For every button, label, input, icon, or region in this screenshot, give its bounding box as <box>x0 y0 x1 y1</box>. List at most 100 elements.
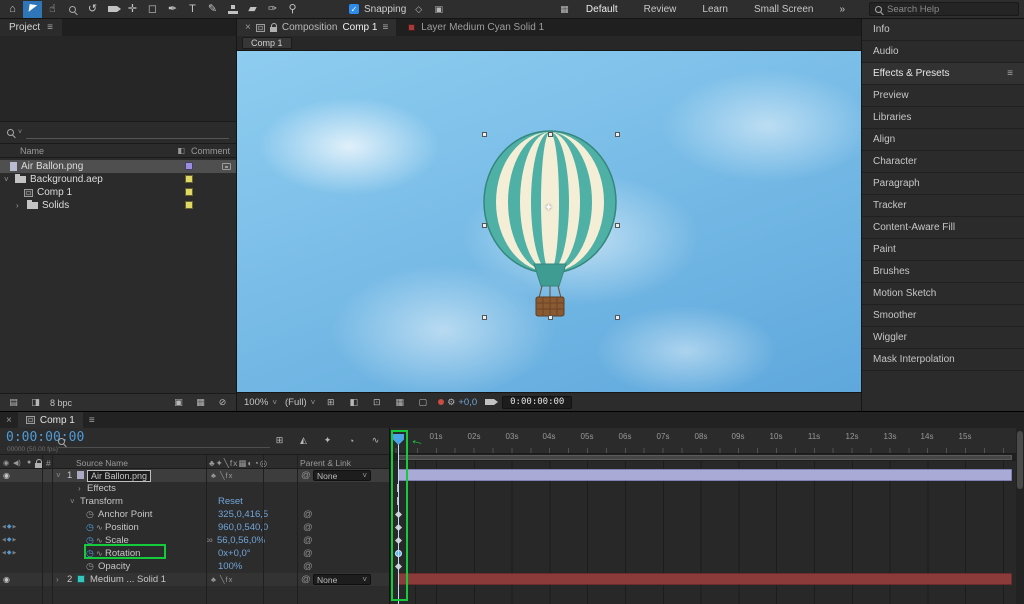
lock-column-icon[interactable] <box>35 459 42 468</box>
pickwhip-icon[interactable]: @ <box>303 535 313 546</box>
solo-column-icon[interactable]: ● <box>27 459 31 466</box>
delete-button[interactable]: ⊘ <box>215 395 230 410</box>
twirl-closed-icon[interactable]: › <box>16 201 23 210</box>
balloon-layer-graphic[interactable] <box>482 128 619 318</box>
snap-features-button[interactable]: ◇ <box>411 2 426 17</box>
panel-menu-icon[interactable]: ≡ <box>89 415 95 426</box>
camera-tool-button[interactable] <box>103 1 122 18</box>
panel-character[interactable]: Character <box>862 151 1024 173</box>
stopwatch-icon[interactable]: ◷ <box>86 509 94 520</box>
keyframe-navigator[interactable]: ◀ ◆ ▶ <box>2 522 16 533</box>
anchor-point-row[interactable]: ◷ Anchor Point 325,0,416,5 @ <box>0 508 389 521</box>
workspace-small-screen[interactable]: Small Screen <box>741 4 826 15</box>
previous-keyframe-icon[interactable]: ◀ <box>2 548 6 559</box>
eye-icon[interactable]: ◉ <box>3 574 10 585</box>
timeline-tab-comp1[interactable]: Comp 1 <box>17 412 83 428</box>
selection-handle[interactable] <box>482 132 487 137</box>
project-item-air-ballon[interactable]: Air Ballon.png <box>0 160 236 173</box>
position-label[interactable]: Position <box>105 522 139 533</box>
panel-menu-icon[interactable]: ≡ <box>47 22 53 33</box>
composition-tab[interactable]: × Composition Comp 1 ≡ <box>237 19 397 36</box>
pickwhip-icon[interactable]: @ <box>303 548 313 559</box>
snapshot-camera-icon[interactable] <box>485 399 499 405</box>
brush-tool-button[interactable]: ✎ <box>203 1 222 18</box>
pan-behind-tool-button[interactable]: ✛ <box>123 1 142 18</box>
selection-handle[interactable] <box>615 132 620 137</box>
transform-group-label[interactable]: Transform <box>80 496 123 507</box>
workspace-review[interactable]: Review <box>631 4 690 15</box>
panel-tracker[interactable]: Tracker <box>862 195 1024 217</box>
project-columns-header[interactable]: Name ◧ Comment <box>0 144 236 158</box>
panel-paragraph[interactable]: Paragraph <box>862 173 1024 195</box>
next-keyframe-icon[interactable]: ▶ <box>12 548 16 559</box>
channels-button[interactable]: ◧ <box>346 395 361 410</box>
grid-guides-button[interactable]: ⊞ <box>323 395 338 410</box>
pickwhip-icon[interactable]: @ <box>303 509 313 520</box>
work-area-bar[interactable] <box>398 455 1012 460</box>
next-keyframe-icon[interactable]: ▶ <box>12 535 16 546</box>
project-item-background-aep[interactable]: ˅ Background.aep <box>0 173 236 186</box>
stopwatch-icon[interactable]: ◷ <box>86 561 94 572</box>
hide-shy-button[interactable]: ✦ <box>320 433 335 448</box>
stopwatch-icon[interactable]: ◷ <box>86 535 94 546</box>
label-chip[interactable] <box>185 162 193 170</box>
twirl-open-icon[interactable]: ˅ <box>56 470 61 481</box>
rotation-label[interactable]: Rotation <box>105 548 140 559</box>
reset-link[interactable]: Reset <box>218 496 243 507</box>
proxy-button[interactable]: ◨ <box>28 395 43 410</box>
close-icon[interactable]: × <box>6 415 12 426</box>
draft-3d-button[interactable]: ◭ <box>296 433 311 448</box>
shape-tool-button[interactable]: ◻ <box>143 1 162 18</box>
layer-source-name[interactable]: Medium ... Solid 1 <box>90 574 166 585</box>
audio-column-icon[interactable]: ◀) <box>13 459 21 467</box>
rotation-row[interactable]: ◀ ◆ ▶ ◷ ∿ Rotation 0x+0,0° @ <box>0 547 389 560</box>
bit-depth-label[interactable]: 8 bpc <box>50 398 72 408</box>
stopwatch-icon[interactable]: ◷ <box>86 548 94 559</box>
panel-libraries[interactable]: Libraries <box>862 107 1024 129</box>
project-item-solids[interactable]: › Solids <box>0 199 236 212</box>
previous-keyframe-icon[interactable]: ◀ <box>2 535 6 546</box>
mini-flowchart-button[interactable]: ⊞ <box>272 433 287 448</box>
timeline-track-area[interactable]: 01s 02s 03s 04s 05s 06s 07s 08s 09s 10s … <box>390 428 1016 604</box>
scale-row[interactable]: ◀ ◆ ▶ ◷ ∿ Scale ∞ 56,0,56,0% @ <box>0 534 389 547</box>
workspace-overflow-button[interactable]: » <box>826 4 858 15</box>
panel-wiggler[interactable]: Wiggler <box>862 327 1024 349</box>
exposure-control[interactable]: ⚙ +0,0 <box>438 397 477 408</box>
selection-handle[interactable] <box>615 223 620 228</box>
keyframe-diamond-icon[interactable]: ◆ <box>7 522 12 533</box>
work-area-strip[interactable] <box>390 454 1016 461</box>
keyframe-navigator[interactable]: ◀ ◆ ▶ <box>2 535 16 546</box>
frame-blending-button[interactable]: ◔ <box>344 433 359 448</box>
panel-mask-interpolation[interactable]: Mask Interpolation <box>862 349 1024 371</box>
keyframe-diamond-icon[interactable]: ◆ <box>7 535 12 546</box>
panel-menu-icon[interactable]: ≡ <box>382 22 388 33</box>
layer-row-2[interactable]: ◉ › 2 Medium ... Solid 1 ♣ ╲fx @ None ˅ <box>0 573 389 586</box>
anchor-point-value[interactable]: 325,0,416,5 <box>218 509 268 520</box>
preview-timecode[interactable]: 0:00:00:00 <box>502 395 573 409</box>
view-layout-button[interactable]: ▢ <box>415 395 430 410</box>
transparency-grid-button[interactable]: ▦ <box>392 395 407 410</box>
magnification-dropdown[interactable]: 100% ˅ <box>244 397 277 408</box>
timeline-search-input[interactable] <box>58 435 270 448</box>
layer-switches[interactable]: ♣ ╲fx <box>211 470 233 481</box>
effects-group-row[interactable]: › Effects <box>0 482 389 495</box>
composition-viewer[interactable]: ✦ <box>237 51 861 392</box>
type-tool-button[interactable]: T <box>183 1 202 18</box>
anchor-point-label[interactable]: Anchor Point <box>98 509 152 520</box>
source-name-column-label[interactable]: Source Name <box>76 458 128 468</box>
panel-menu-icon[interactable]: ≡ <box>1007 68 1013 79</box>
previous-keyframe-icon[interactable]: ◀ <box>2 522 6 533</box>
twirl-closed-icon[interactable]: › <box>56 574 59 585</box>
panel-motion-sketch[interactable]: Motion Sketch <box>862 283 1024 305</box>
home-button[interactable]: ⌂ <box>3 1 22 18</box>
position-row[interactable]: ◀ ◆ ▶ ◷ ∿ Position 960,0,540,0 @ <box>0 521 389 534</box>
layer-2-duration-bar[interactable] <box>398 573 1012 585</box>
timeline-scrollbar-track[interactable] <box>1016 428 1024 604</box>
layer-1-duration-bar[interactable] <box>398 469 1012 481</box>
zoom-tool-button[interactable] <box>63 1 82 18</box>
keyframe-diamond-icon[interactable]: ◆ <box>7 548 12 559</box>
parent-link-column-label[interactable]: Parent & Link <box>300 458 351 468</box>
twirl-open-icon[interactable]: ˅ <box>4 175 11 184</box>
timeline-scrollbar-thumb[interactable] <box>1017 431 1023 489</box>
selection-handle[interactable] <box>548 315 553 320</box>
